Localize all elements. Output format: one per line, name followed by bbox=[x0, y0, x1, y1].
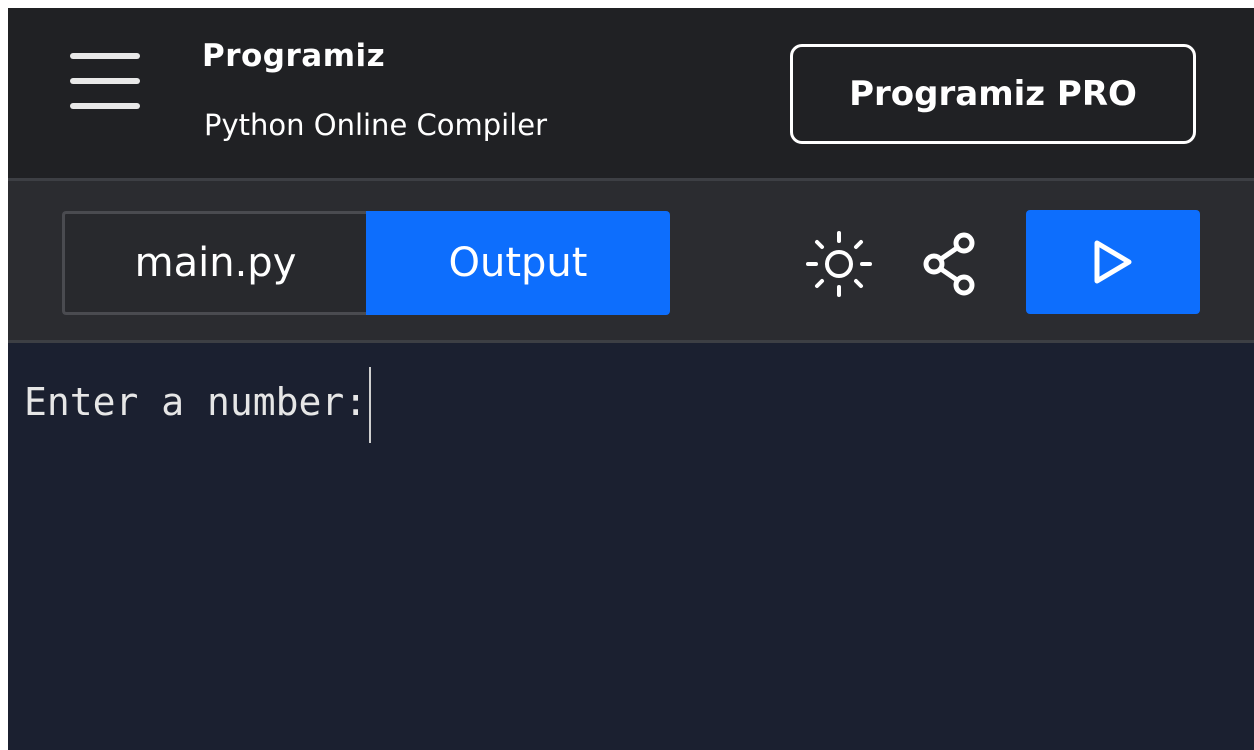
run-button[interactable] bbox=[1026, 210, 1200, 314]
play-icon bbox=[1094, 240, 1132, 284]
console-prompt-text: Enter a number: bbox=[24, 380, 368, 424]
output-console[interactable]: Enter a number: bbox=[8, 343, 1254, 750]
compiler-window: Programiz Python Online Compiler Program… bbox=[8, 8, 1254, 750]
tab-output[interactable]: Output bbox=[366, 211, 670, 315]
editor-toolbar: main.py Output bbox=[8, 178, 1254, 343]
share-icon[interactable] bbox=[914, 227, 988, 301]
tab-main-py[interactable]: main.py bbox=[62, 211, 366, 315]
console-line: Enter a number: bbox=[24, 361, 372, 443]
page-subtitle: Python Online Compiler bbox=[204, 108, 548, 142]
app-header: Programiz Python Online Compiler Program… bbox=[8, 8, 1254, 178]
hamburger-menu-icon[interactable] bbox=[70, 53, 140, 109]
programiz-pro-button[interactable]: Programiz PRO bbox=[790, 44, 1196, 144]
sun-icon[interactable] bbox=[802, 227, 876, 301]
logo-text: Programiz bbox=[202, 38, 386, 74]
text-cursor bbox=[369, 367, 372, 443]
